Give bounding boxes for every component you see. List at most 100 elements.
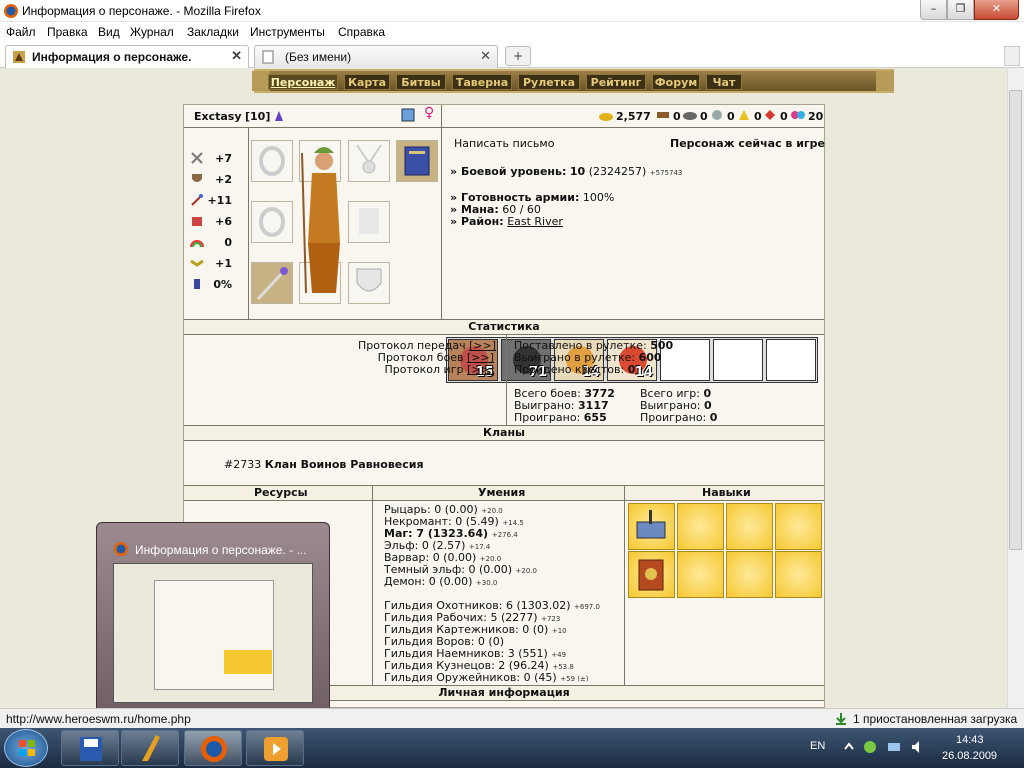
ore-icon: [683, 112, 697, 120]
menu-help[interactable]: Справка: [338, 25, 385, 39]
menu-edit[interactable]: Правка: [47, 25, 88, 39]
firefox-icon: [201, 736, 227, 762]
mercury-icon: [712, 110, 722, 120]
staff-icon: [256, 267, 288, 301]
tab-close-icon[interactable]: ✕: [231, 48, 242, 64]
resources-header: Ресурсы: [254, 486, 308, 499]
taskbar-save-app[interactable]: [61, 730, 119, 766]
maximize-button[interactable]: ❐: [947, 0, 974, 20]
wood-amount: 0: [673, 110, 681, 123]
statistics-header: Статистика: [184, 319, 824, 335]
crystal-icon: [765, 110, 775, 120]
downloads-status[interactable]: 1 приостановленная загрузка: [853, 712, 1017, 726]
write-letter-link[interactable]: Написать письмо: [454, 137, 554, 150]
menu-bookmarks[interactable]: Закладки: [187, 25, 239, 39]
nav-forum[interactable]: Форум: [652, 74, 700, 90]
nav-chat[interactable]: Чат: [706, 74, 742, 90]
clan-entry[interactable]: #2733 Клан Воинов Равновесия: [224, 458, 424, 471]
amulet-icon: [356, 144, 382, 174]
ring-slot[interactable]: [251, 140, 293, 182]
amulet-slot[interactable]: [348, 140, 390, 182]
nav-battles[interactable]: Битвы: [396, 74, 446, 90]
ability-slot-7: [726, 551, 773, 598]
ability-slot-5[interactable]: [628, 551, 675, 598]
taskbar-media-player[interactable]: [246, 730, 304, 766]
start-button[interactable]: [4, 729, 48, 767]
volume-icon[interactable]: [910, 739, 926, 755]
taskbar-winamp[interactable]: [121, 730, 179, 766]
district-link[interactable]: East River: [507, 215, 563, 228]
ore-amount: 0: [700, 110, 708, 123]
ring-icon: [259, 146, 285, 176]
unit-slot-7: [766, 339, 816, 381]
wood-icon: [657, 112, 669, 118]
preview-title: Информация о персонаже. - ...: [135, 543, 307, 557]
clock-time[interactable]: 14:43: [956, 734, 984, 746]
language-indicator[interactable]: EN: [810, 740, 825, 752]
nav-rating[interactable]: Рейтинг: [586, 74, 646, 90]
games-lost: Проиграно: 0: [640, 411, 718, 424]
hero-name[interactable]: Exctasy: [194, 110, 242, 123]
quests-done: Пройдено квестов: 0: [514, 363, 636, 376]
tray-clover-icon[interactable]: [862, 739, 878, 755]
hero-portrait: [301, 147, 340, 294]
mercury-amount: 0: [727, 110, 735, 123]
new-tab-button[interactable]: +: [505, 46, 531, 66]
nav-map[interactable]: Карта: [344, 74, 390, 90]
bottom-headers: Ресурсы Умения Навыки: [184, 485, 824, 501]
morale-icon: [190, 259, 204, 267]
menu-tools[interactable]: Инструменты: [250, 25, 325, 39]
ability-slot-2: [677, 503, 724, 550]
weapon-slot[interactable]: [251, 262, 293, 304]
battles-lost: Проиграно: 655: [514, 411, 607, 424]
media-player-icon: [264, 737, 288, 761]
menu-file[interactable]: Файл: [6, 25, 36, 39]
abilities-header: Навыки: [702, 486, 751, 499]
tab-label: Информация о персонаже.: [32, 50, 192, 64]
gems-amount: 20: [808, 110, 824, 123]
preview-thumbnail: [113, 563, 313, 703]
stat-defense: +2: [184, 170, 248, 190]
nav-ornament-right: [876, 71, 894, 91]
nav-character[interactable]: Персонаж: [268, 74, 338, 90]
tab-character-info[interactable]: Информация о персонаже. ✕: [5, 45, 249, 68]
clock-date[interactable]: 26.08.2009: [942, 750, 997, 762]
gold-icon: [599, 113, 613, 121]
network-icon[interactable]: [886, 739, 902, 755]
ability-slot-6: [677, 551, 724, 598]
skill-row: Демон: 0 (0.00) +30.0: [384, 575, 498, 588]
scroll-icon[interactable]: [400, 107, 416, 123]
stat-luck: 0: [184, 233, 248, 253]
unit-slot-6: [713, 339, 763, 381]
spellbook-slot[interactable]: [396, 140, 438, 182]
minimize-button[interactable]: –: [920, 0, 947, 20]
ability-slot-4: [775, 503, 822, 550]
protocol-games-link[interactable]: [>>]: [467, 363, 494, 376]
gold-amount: 2,577: [616, 110, 651, 123]
close-button[interactable]: ✕: [974, 0, 1019, 20]
scrollbar-thumb[interactable]: [1009, 90, 1022, 550]
stat-knowledge: +6: [184, 212, 248, 232]
taskbar: EN 14:43 26.08.2009: [0, 728, 1024, 768]
tab-untitled[interactable]: (Без имени) ✕: [254, 45, 498, 68]
attack-icon: [191, 152, 203, 164]
blank-page-icon: [262, 50, 274, 64]
tab-close-icon[interactable]: ✕: [480, 48, 491, 64]
nav-roulette[interactable]: Рулетка: [518, 74, 580, 90]
taskbar-firefox[interactable]: [184, 730, 242, 766]
ability-slot-1[interactable]: [628, 503, 675, 550]
taskbar-preview[interactable]: Информация о персонаже. - ...: [96, 522, 330, 720]
nav-tavern[interactable]: Таверна: [452, 74, 512, 90]
armor-slot[interactable]: [348, 201, 390, 243]
tab-list-button[interactable]: [1004, 46, 1020, 66]
luck-icon: [190, 240, 204, 248]
ring-slot-2[interactable]: [251, 201, 293, 243]
tray-arrow-icon[interactable]: [842, 740, 856, 754]
sulfur-amount: 0: [754, 110, 762, 123]
menu-history[interactable]: Журнал: [130, 25, 174, 39]
menu-view[interactable]: Вид: [98, 25, 120, 39]
skills-header: Умения: [478, 486, 526, 499]
shield-slot[interactable]: [348, 262, 390, 304]
hero-level: [10]: [245, 110, 271, 123]
spellpower-icon: [191, 194, 203, 206]
